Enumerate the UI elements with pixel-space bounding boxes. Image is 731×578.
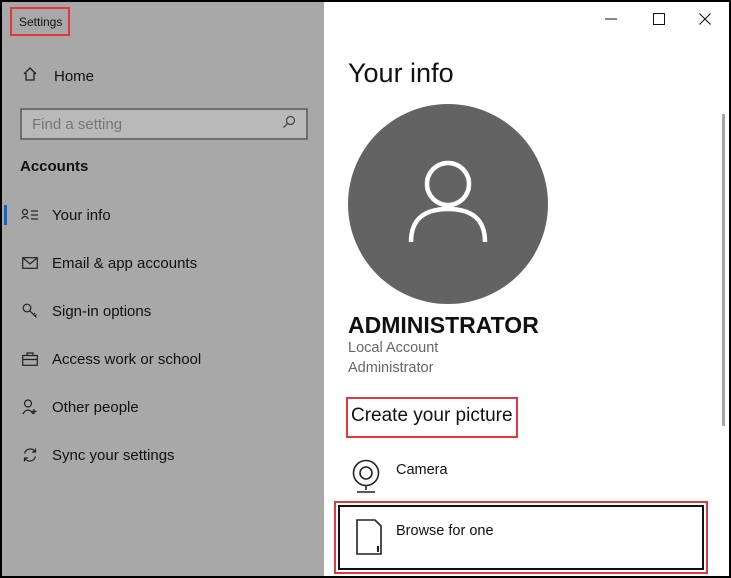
sidebar-item-label: Email & app accounts (52, 254, 198, 272)
settings-window: Settings Home Accounts Your info (2, 2, 729, 576)
key-icon (20, 301, 40, 321)
sidebar-item-access-work-or-school[interactable]: Access work or school (2, 340, 324, 378)
home-icon (22, 66, 38, 86)
account-role: Administrator (348, 360, 434, 376)
sidebar-item-your-info[interactable]: Your info (2, 196, 324, 234)
account-type: Local Account (348, 340, 439, 356)
briefcase-icon (20, 349, 40, 369)
close-icon (699, 12, 711, 30)
sidebar: Settings Home Accounts Your info (2, 2, 324, 576)
search-input[interactable] (32, 115, 262, 133)
maximize-icon (653, 12, 665, 30)
camera-option[interactable]: Camera (350, 458, 650, 498)
user-card-icon (20, 205, 40, 225)
maximize-button[interactable] (648, 10, 670, 32)
user-silhouette-icon (408, 160, 488, 249)
sidebar-item-label: Sign-in options (52, 302, 152, 320)
app-title: Settings (10, 7, 70, 36)
user-name: ADMINISTRATOR (348, 312, 539, 338)
page-title: Your info (348, 58, 454, 88)
avatar (348, 104, 548, 304)
sidebar-item-label: Your info (52, 206, 111, 224)
sidebar-item-label: Sync your settings (52, 446, 175, 464)
camera-icon (350, 458, 382, 494)
nav-home-label: Home (54, 67, 95, 85)
browse-option-focus[interactable]: Browse for one (338, 505, 704, 570)
nav-home[interactable]: Home (2, 60, 324, 92)
browse-option-label: Browse for one (396, 523, 494, 539)
sidebar-item-sync-your-settings[interactable]: Sync your settings (2, 436, 324, 474)
browse-option[interactable]: Browse for one (334, 501, 708, 574)
sync-icon (20, 445, 40, 465)
minimize-icon (605, 12, 617, 30)
camera-option-label: Camera (396, 462, 448, 478)
person-add-icon (20, 397, 40, 417)
active-indicator (4, 205, 7, 225)
search-icon[interactable] (282, 115, 296, 133)
sidebar-item-label: Other people (52, 398, 139, 416)
search-box[interactable] (20, 108, 308, 140)
sidebar-item-label: Access work or school (52, 350, 202, 368)
scrollbar[interactable] (722, 114, 725, 426)
section-title-accounts: Accounts (20, 158, 89, 175)
minimize-button[interactable] (600, 10, 622, 32)
close-button[interactable] (694, 10, 716, 32)
mail-icon (20, 253, 40, 273)
sidebar-item-other-people[interactable]: Other people (2, 388, 324, 426)
create-picture-title: Create your picture (346, 397, 518, 438)
sidebar-item-sign-in-options[interactable]: Sign-in options (2, 292, 324, 330)
file-icon (356, 519, 382, 559)
sidebar-item-email-app-accounts[interactable]: Email & app accounts (2, 244, 324, 282)
main-content: Your info ADMINISTRATOR Local Account Ad… (324, 2, 729, 576)
